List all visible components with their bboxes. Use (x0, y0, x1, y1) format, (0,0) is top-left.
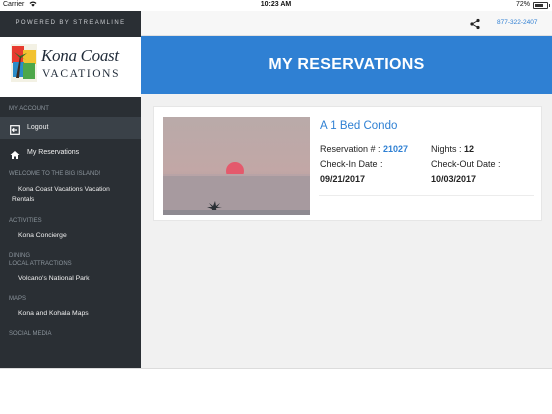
page-title: MY RESERVATIONS (141, 36, 552, 94)
reservation-number-value: 21027 (383, 144, 409, 154)
checkout-value: 10/03/2017 (431, 174, 477, 184)
main-content: A 1 Bed Condo Reservation # : 21027 Nigh… (141, 94, 552, 368)
reservation-title[interactable]: A 1 Bed Condo (320, 120, 397, 132)
powered-by-label: POWERED BY STREAMLINE (15, 20, 126, 26)
nights-value: 12 (464, 144, 475, 154)
property-photo (163, 117, 310, 215)
section-activities: ACTIVITIES (9, 218, 42, 224)
battery-percent: 72% (515, 1, 530, 8)
reservation-card[interactable]: A 1 Bed Condo Reservation # : 21027 Nigh… (153, 106, 542, 221)
status-bar: Carrier 10:23 AM 72% (0, 0, 552, 11)
share-icon[interactable] (469, 17, 481, 30)
checkin-label: Check-In Date : (320, 159, 383, 169)
sidebar-item-label: Rentals (12, 196, 35, 203)
brand-logo[interactable]: Kona Coast VACATIONS (0, 37, 141, 97)
battery-icon (533, 2, 548, 9)
logo-art-icon (11, 44, 37, 82)
sidebar-item-label: Kona Coast Vacations Vacation (18, 186, 110, 193)
sidebar-item-volcano[interactable]: Volcano's National Park (0, 275, 141, 282)
home-icon (10, 148, 20, 159)
section-maps: MAPS (9, 296, 27, 302)
sidebar-item-maps[interactable]: Kona and Kohala Maps (0, 310, 141, 317)
sidebar-item-label: Kona Concierge (18, 232, 67, 239)
sidebar-item-label: Volcano's National Park (18, 275, 90, 282)
logo-wordmark: Kona Coast (41, 46, 119, 65)
section-welcome: WELCOME TO THE BIG ISLAND! (9, 171, 101, 177)
reservation-number-row: Reservation # : 21027 (320, 144, 408, 154)
section-dining: DINING (9, 253, 30, 259)
sidebar-item-label: Logout (27, 124, 49, 131)
nights-label: Nights : (431, 144, 465, 154)
logo-subtitle: VACATIONS (42, 68, 121, 80)
bottom-area (0, 368, 552, 414)
sidebar-item-vacation-rentals[interactable]: Kona Coast Vacations Vacation Rentals (0, 185, 141, 205)
sidebar-item-concierge[interactable]: Kona Concierge (0, 232, 141, 239)
nights-row: Nights : 12 (431, 144, 474, 154)
sidebar-item-label: Kona and Kohala Maps (18, 310, 89, 317)
section-social-media: SOCIAL MEDIA (9, 331, 52, 337)
status-time: 10:23 AM (260, 1, 292, 8)
checkout-label: Check-Out Date : (431, 159, 501, 169)
card-divider (319, 195, 534, 196)
sidebar-item-logout[interactable]: Logout (0, 117, 141, 139)
logout-icon (10, 123, 20, 135)
sidebar-item-my-reservations[interactable]: My Reservations (0, 142, 141, 164)
reservation-number-label: Reservation # : (320, 144, 384, 154)
sidebar-item-label: My Reservations (27, 149, 80, 156)
section-my-account: MY ACCOUNT (9, 106, 49, 112)
checkin-value: 09/21/2017 (320, 174, 366, 184)
section-local-attractions: LOCAL ATTRACTIONS (9, 261, 72, 267)
top-bar: 877-322-2407 (141, 11, 552, 36)
battery-tip (549, 4, 550, 7)
phone-link[interactable]: 877-322-2407 (497, 19, 537, 26)
sidebar: POWERED BY STREAMLINE Kona Coast VACATIO… (0, 11, 141, 368)
